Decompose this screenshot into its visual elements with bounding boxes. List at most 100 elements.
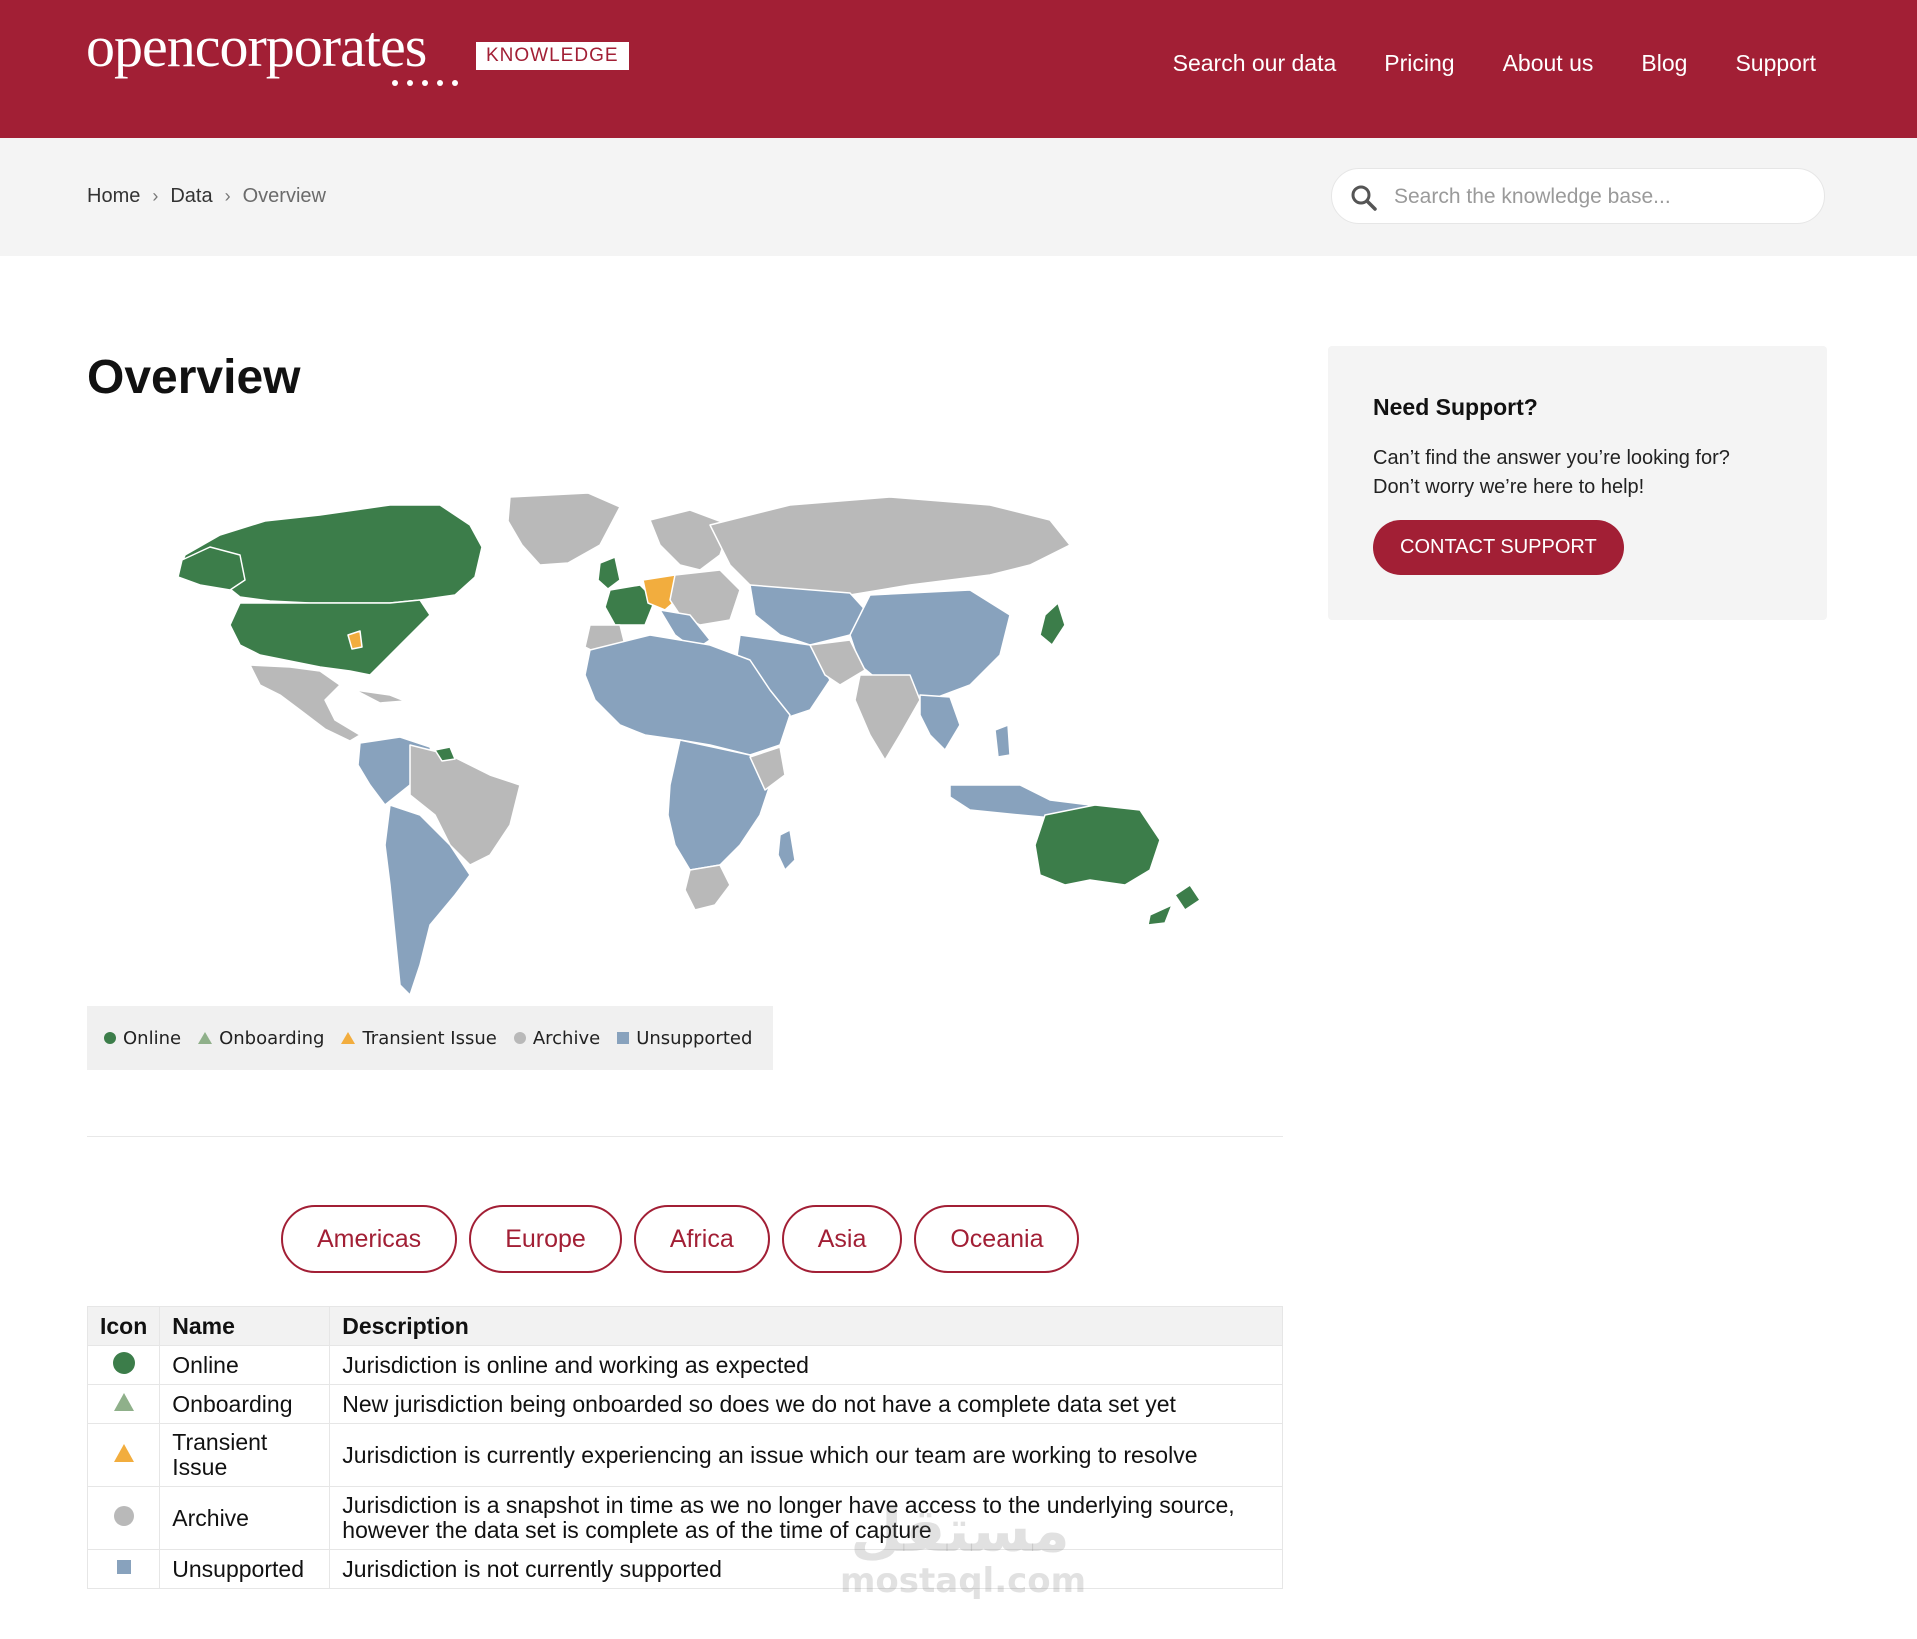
table-header-row: Icon Name Description [86,1306,1283,1346]
brand-name: opencorporates [86,14,427,79]
main-nav: Search our data Pricing About us Blog Su… [1173,50,1816,77]
map-uk [597,556,621,590]
column-header-description: Description [329,1306,1283,1346]
table-cell-description: Jurisdiction is not currently supported [329,1549,1283,1589]
square-icon [617,1032,630,1044]
table-cell-name: Unsupported [159,1549,331,1589]
table-cell-name: Archive [159,1486,331,1550]
unsupported-square-icon [116,1559,131,1574]
brand-logo[interactable]: opencorporates [86,18,427,76]
map-new-zealand [1174,884,1201,911]
status-table: Icon Name Description Online Jurisdictio… [86,1306,1283,1589]
support-text-line-2: Don’t worry we’re here to help! [1373,476,1645,498]
map-new-zealand-south [1147,904,1173,926]
region-asia-button[interactable]: Asia [781,1205,903,1273]
map-southeast-asia [919,694,961,751]
online-circle-icon [112,1351,135,1374]
map-philippines [994,724,1011,758]
table-row: Archive Jurisdiction is a snapshot in ti… [86,1486,1283,1550]
logo-dots [392,80,458,86]
table-row: Onboarding New jurisdiction being onboar… [86,1384,1283,1424]
map-russia [709,496,1071,596]
support-text: Can’t find the answer you’re looking for… [1373,444,1793,502]
watermark-arabic: مستقل [850,1496,1070,1566]
world-map[interactable] [90,485,1290,1030]
legend-label: Archive [532,1027,601,1049]
knowledge-badge: KNOWLEDGE [476,42,629,70]
map-australia [1034,804,1161,886]
support-text-line-1: Can’t find the answer you’re looking for… [1373,447,1730,469]
knowledge-search[interactable] [1331,168,1825,224]
transient-issue-triangle-icon [113,1443,134,1462]
region-africa-button[interactable]: Africa [633,1205,770,1273]
breadcrumb-current: Overview [242,185,326,207]
circle-icon [104,1032,116,1044]
column-header-name: Name [159,1306,331,1346]
legend-item-archive[interactable]: Archive [513,1028,600,1049]
map-madagascar [777,829,796,871]
chevron-right-icon: › [152,186,159,206]
map-japan [1039,602,1066,646]
table-cell-name: Transient Issue [159,1423,331,1487]
table-cell-icon [86,1486,161,1550]
table-cell-description: New jurisdiction being onboarded so does… [329,1384,1283,1424]
region-europe-button[interactable]: Europe [469,1205,622,1273]
map-legend: Online Onboarding Transient Issue Archiv… [87,1006,773,1070]
onboarding-triangle-icon [113,1392,134,1411]
map-india [854,674,921,761]
legend-label: Online [123,1027,182,1049]
legend-item-online[interactable]: Online [103,1028,181,1049]
legend-label: Transient Issue [362,1027,497,1049]
table-row: Transient Issue Jurisdiction is currentl… [86,1423,1283,1487]
nav-blog[interactable]: Blog [1641,50,1687,77]
circle-icon [513,1032,526,1044]
map-south-africa [684,864,731,911]
legend-item-transient-issue[interactable]: Transient Issue [340,1027,497,1049]
table-cell-name: Online [159,1345,331,1385]
nav-pricing[interactable]: Pricing [1384,50,1454,77]
support-card: Need Support? Can’t find the answer you’… [1328,346,1827,620]
legend-item-unsupported[interactable]: Unsupported [616,1028,752,1049]
contact-support-button[interactable]: CONTACT SUPPORT [1373,520,1624,575]
map-usa [229,599,431,676]
table-cell-name: Onboarding [159,1384,331,1424]
nav-about-us[interactable]: About us [1503,50,1594,77]
nav-search-our-data[interactable]: Search our data [1173,50,1337,77]
legend-item-onboarding[interactable]: Onboarding [197,1028,324,1049]
table-row: Unsupported Jurisdiction is not currentl… [86,1549,1283,1589]
table-row: Online Jurisdiction is online and workin… [86,1345,1283,1385]
table-cell-icon [86,1549,161,1589]
triangle-icon [198,1032,213,1044]
watermark: مستقل mostaql.com [840,1496,1087,1601]
site-header: opencorporates KNOWLEDGE Search our data… [0,0,1917,138]
region-americas-button[interactable]: Americas [281,1205,458,1273]
map-mexico [249,664,361,742]
chevron-right-icon: › [224,186,231,206]
search-input[interactable] [1392,179,1806,215]
region-oceania-button[interactable]: Oceania [914,1205,1080,1273]
region-filters: Americas Europe Africa Asia Oceania [281,1205,1080,1273]
table-cell-icon [86,1384,161,1424]
map-caribbean [354,689,406,704]
map-greenland [507,492,621,566]
legend-label: Unsupported [636,1027,753,1049]
archive-circle-icon [113,1505,134,1526]
search-icon [1351,185,1377,211]
breadcrumb: Home › Data › Overview [87,185,326,208]
legend-label: Onboarding [219,1027,325,1049]
page-title: Overview [87,351,301,404]
section-divider [87,1136,1283,1137]
table-cell-description: Jurisdiction is online and working as ex… [329,1345,1283,1385]
support-heading: Need Support? [1373,394,1538,420]
table-cell-icon [86,1423,161,1487]
table-cell-description: Jurisdiction is a snapshot in time as we… [329,1486,1283,1550]
nav-support[interactable]: Support [1735,50,1816,77]
breadcrumb-bar: Home › Data › Overview [0,138,1917,256]
column-header-icon: Icon [86,1306,161,1346]
breadcrumb-data[interactable]: Data [170,185,212,208]
table-cell-description: Jurisdiction is currently experiencing a… [329,1423,1283,1487]
watermark-latin: mostaql.com [840,1561,1087,1601]
table-cell-icon [86,1345,161,1385]
breadcrumb-home[interactable]: Home [87,185,140,208]
triangle-icon [341,1032,356,1044]
